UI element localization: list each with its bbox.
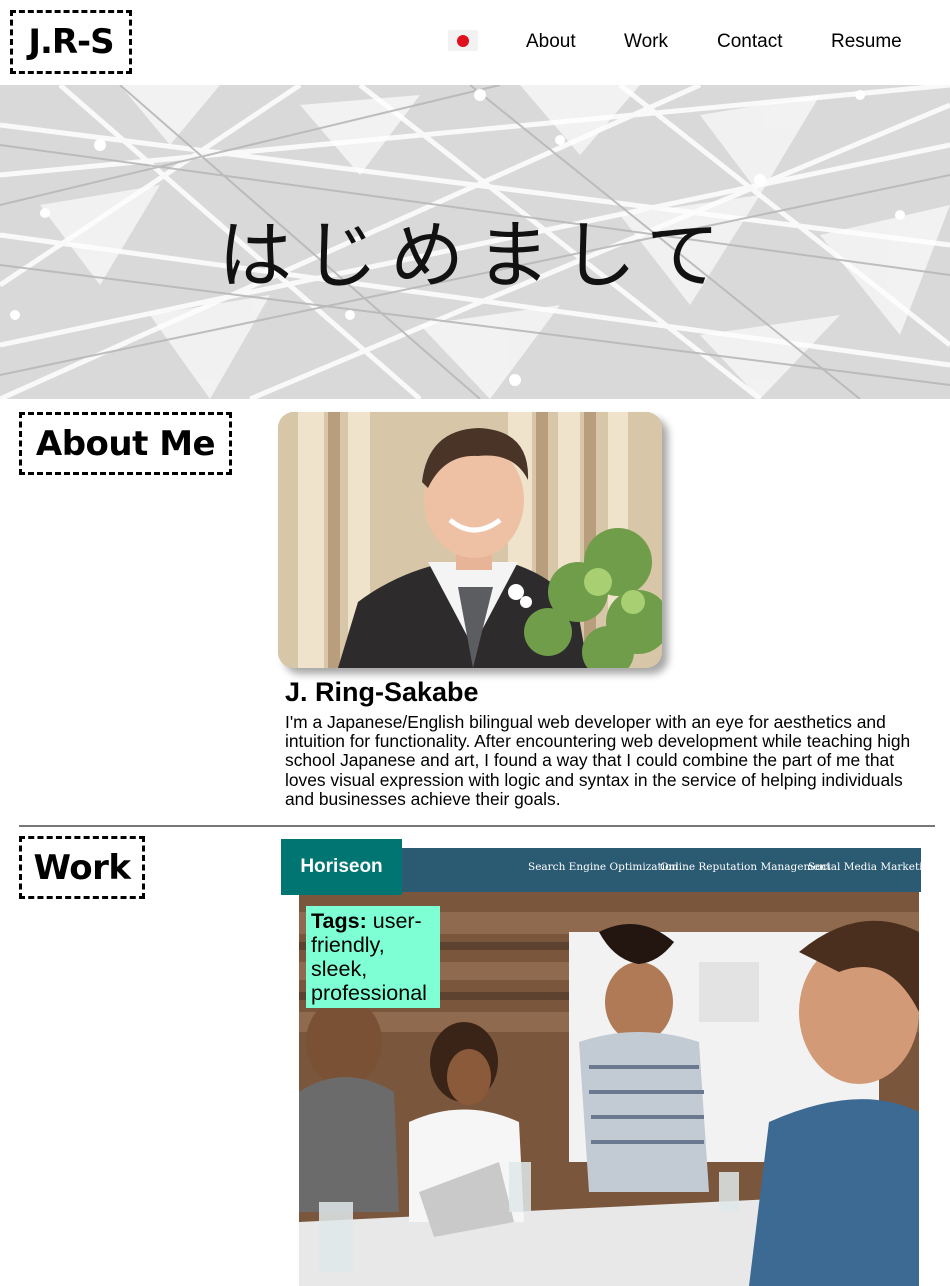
project-title-button[interactable]: Horiseon (281, 839, 402, 895)
profile-photo-image (278, 412, 662, 668)
screenshot-nav-item: Online Reputation Management (660, 861, 831, 873)
work-heading: Work (19, 836, 145, 899)
nav-work-link[interactable]: Work (624, 31, 668, 53)
project-tags: Tags: user-friendly, sleek, professional (306, 906, 440, 1008)
profile-photo (278, 412, 662, 668)
site-header: J.R-S About Work Contact Resume (0, 0, 950, 85)
hero-title: はじめまして (218, 212, 732, 299)
nav-about-link[interactable]: About (526, 31, 576, 53)
section-divider (19, 825, 935, 827)
japan-flag-icon[interactable] (448, 30, 478, 51)
profile-name: J. Ring-Sakabe (285, 677, 479, 707)
hero-banner: はじめまして (0, 85, 950, 399)
flag-sun (457, 34, 469, 47)
tags-label: Tags: (311, 909, 367, 933)
nav-contact-link[interactable]: Contact (717, 31, 782, 53)
screenshot-nav-item: Social Media Marketing (808, 861, 921, 873)
about-heading: About Me (19, 412, 232, 475)
site-logo[interactable]: J.R-S (10, 10, 132, 74)
nav-resume-link[interactable]: Resume (831, 31, 902, 53)
screenshot-nav-item: Search Engine Optimization (528, 861, 679, 873)
profile-bio: I'm a Japanese/English bilingual web dev… (285, 712, 911, 809)
